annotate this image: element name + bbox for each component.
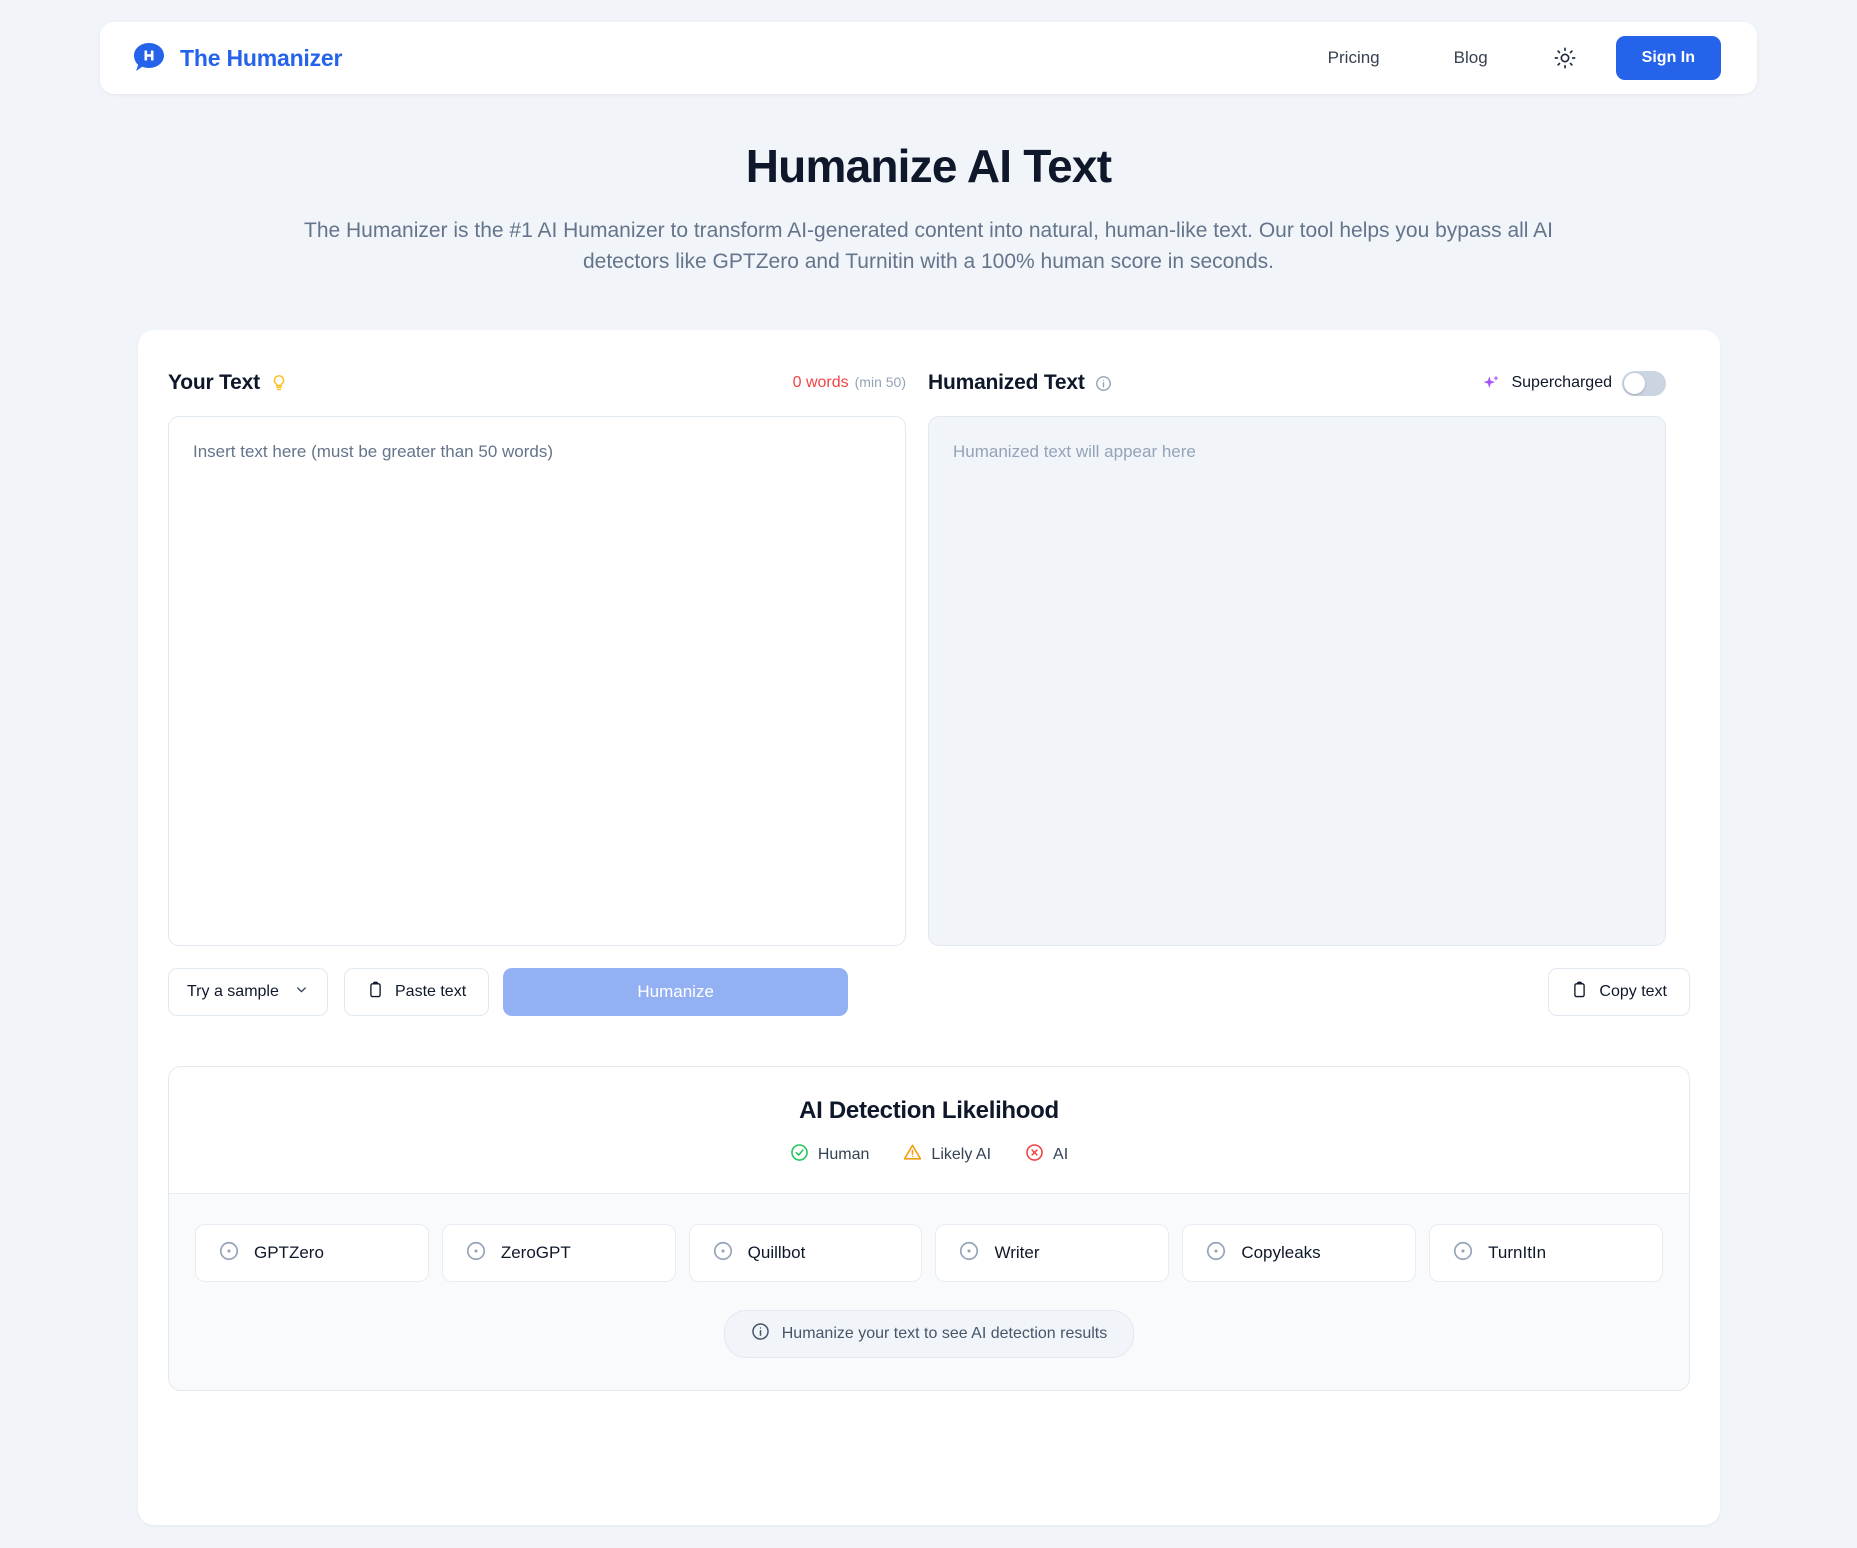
ai-detection-card: AI Detection Likelihood Human Likely AI …	[168, 1066, 1690, 1391]
editor-panes: Your Text 0 words (min 50) Insert text h…	[168, 366, 1690, 946]
copy-text-label: Copy text	[1599, 983, 1667, 1000]
detector-label: Writer	[994, 1243, 1040, 1262]
warning-triangle-icon	[903, 1143, 922, 1167]
detector-label: Copyleaks	[1241, 1243, 1321, 1262]
detection-status-text: Humanize your text to see AI detection r…	[781, 1325, 1108, 1342]
detector-label: TurnItIn	[1488, 1243, 1547, 1262]
nav-link-pricing[interactable]: Pricing	[1310, 40, 1398, 76]
humanizer-card: Your Text 0 words (min 50) Insert text h…	[138, 330, 1720, 1525]
hero-section: Humanize AI Text The Humanizer is the #1…	[0, 140, 1857, 278]
word-count-value: 0 words	[792, 374, 849, 391]
x-circle-icon	[1025, 1143, 1044, 1167]
sign-in-button[interactable]: Sign In	[1615, 36, 1721, 80]
target-circle-icon	[712, 1240, 734, 1267]
toggle-knob	[1624, 372, 1645, 394]
output-pane-header: Humanized Text Supercharged	[928, 366, 1666, 400]
clipboard-icon	[367, 981, 384, 1003]
check-circle-icon	[790, 1143, 809, 1167]
detection-status-row: Humanize your text to see AI detection r…	[195, 1310, 1663, 1358]
paste-text-button[interactable]: Paste text	[344, 968, 490, 1016]
legend-item-ai: AI	[1025, 1143, 1068, 1167]
ai-detection-header: AI Detection Likelihood Human Likely AI …	[169, 1067, 1689, 1193]
chevron-down-icon	[294, 982, 309, 1002]
input-textarea[interactable]: Insert text here (must be greater than 5…	[168, 416, 906, 946]
detector-chip-writer[interactable]: Writer	[935, 1224, 1170, 1282]
detection-status-badge: Humanize your text to see AI detection r…	[723, 1310, 1135, 1358]
ai-detection-body: GPTZero ZeroGPT Quillbot Writer Copyleak…	[169, 1193, 1689, 1390]
target-circle-icon	[1452, 1240, 1474, 1267]
try-sample-label: Try a sample	[187, 983, 279, 1000]
legend-label-human: Human	[817, 1146, 870, 1163]
target-circle-icon	[218, 1240, 240, 1267]
sun-icon[interactable]	[1548, 41, 1582, 75]
info-circle-icon	[751, 1322, 770, 1346]
word-counter: 0 words (min 50)	[793, 374, 906, 392]
sparkle-icon	[1481, 373, 1501, 393]
site-header: The Humanizer Pricing Blog Sign In	[100, 22, 1757, 94]
input-pane-header: Your Text 0 words (min 50)	[168, 366, 906, 400]
ai-detection-title: AI Detection Likelihood	[799, 1097, 1059, 1124]
detector-chip-list: GPTZero ZeroGPT Quillbot Writer Copyleak…	[195, 1224, 1663, 1282]
supercharged-label: Supercharged	[1511, 374, 1612, 391]
detector-label: ZeroGPT	[500, 1243, 571, 1262]
try-sample-dropdown[interactable]: Try a sample	[168, 968, 328, 1016]
output-pane: Humanized Text Supercharged Humanized te…	[928, 366, 1666, 946]
page-subtitle: The Humanizer is the #1 AI Humanizer to …	[304, 218, 1553, 274]
copy-text-button[interactable]: Copy text	[1548, 968, 1690, 1016]
legend-item-likely-ai: Likely AI	[903, 1143, 991, 1167]
info-icon[interactable]	[1095, 375, 1112, 392]
nav-link-blog[interactable]: Blog	[1436, 40, 1506, 76]
speech-bubble-logo-icon	[132, 41, 166, 75]
detector-chip-quillbot[interactable]: Quillbot	[688, 1224, 923, 1282]
detection-legend: Human Likely AI AI	[169, 1143, 1689, 1167]
page-root: The Humanizer Pricing Blog Sign In Human…	[0, 0, 1857, 1548]
legend-item-human: Human	[790, 1143, 870, 1167]
target-circle-icon	[465, 1240, 487, 1267]
clipboard-icon	[1571, 981, 1588, 1003]
detector-chip-copyleaks[interactable]: Copyleaks	[1182, 1224, 1417, 1282]
output-textarea[interactable]: Humanized text will appear here	[928, 416, 1666, 946]
legend-label-likely-ai: Likely AI	[931, 1146, 992, 1163]
action-toolbar: Try a sample Paste text Humanize Copy te…	[168, 968, 1690, 1016]
supercharged-toggle[interactable]	[1622, 370, 1666, 396]
target-circle-icon	[1205, 1240, 1227, 1267]
brand-logo[interactable]: The Humanizer	[132, 41, 342, 75]
detector-chip-zerogpt[interactable]: ZeroGPT	[441, 1224, 676, 1282]
supercharged-control: Supercharged	[1481, 370, 1666, 396]
legend-label-ai: AI	[1053, 1146, 1069, 1163]
paste-text-label: Paste text	[395, 983, 467, 1000]
brand-name: The Humanizer	[180, 44, 343, 71]
humanize-button[interactable]: Humanize	[503, 968, 849, 1016]
page-title: Humanize AI Text	[745, 140, 1112, 192]
output-pane-title: Humanized Text	[928, 371, 1085, 394]
input-pane: Your Text 0 words (min 50) Insert text h…	[168, 366, 906, 946]
input-pane-title: Your Text	[168, 371, 260, 394]
detector-chip-gptzero[interactable]: GPTZero	[195, 1224, 429, 1282]
detector-chip-turnitin[interactable]: TurnItIn	[1429, 1224, 1663, 1282]
lightbulb-icon[interactable]	[270, 374, 288, 392]
target-circle-icon	[958, 1240, 980, 1267]
detector-label: GPTZero	[254, 1243, 324, 1262]
header-nav: Pricing Blog Sign In	[1310, 36, 1721, 80]
detector-label: Quillbot	[747, 1243, 806, 1262]
word-count-minimum: (min 50)	[854, 374, 906, 390]
